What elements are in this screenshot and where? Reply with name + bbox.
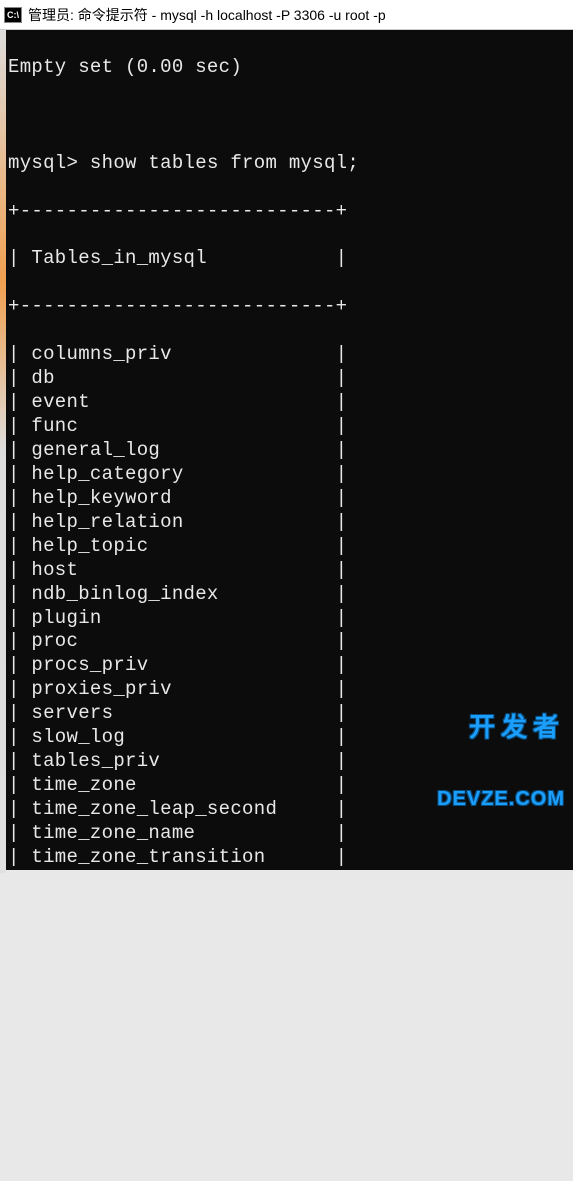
table-border-bottom: +---------------------------+ [6,942,573,966]
table-row: | time_zone_transition_type | [6,870,573,894]
prompt: mysql> [8,152,78,174]
table-row: | host | [6,559,573,583]
sql-command: show tables from mysql; [78,152,359,174]
window-title: 管理员: 命令提示符 - mysql -h localhost -P 3306 … [28,5,386,25]
table-row: | columns_priv | [6,343,573,367]
table-row: | servers | [6,702,573,726]
prompt-line[interactable]: mysql> [6,1085,573,1109]
terminal-body[interactable]: Empty set (0.00 sec) mysql> show tables … [6,30,573,870]
table-row: | general_log | [6,439,573,463]
table-row: | help_relation | [6,511,573,535]
table-row: | plugin | [6,607,573,631]
window-title-bar[interactable]: C:\ 管理员: 命令提示符 - mysql -h localhost -P 3… [0,0,573,30]
table-row: | time_zone_transition | [6,846,573,870]
table-row: | proc | [6,630,573,654]
table-row: | proxies_priv | [6,678,573,702]
table-row: | time_zone | [6,774,573,798]
table-header-row: | Tables_in_mysql | [6,247,573,271]
blank-line [6,104,573,128]
table-border-mid: +---------------------------+ [6,295,573,319]
table-row: | slow_log | [6,726,573,750]
table-row: | ndb_binlog_index | [6,583,573,607]
table-row: | db | [6,367,573,391]
row-count-line: 24 rows in set (0.00 sec) [6,990,573,1014]
cmd-icon: C:\ [4,7,22,23]
table-row: | func | [6,415,573,439]
blank-line [6,1037,573,1061]
table-row: | time_zone_leap_second | [6,798,573,822]
empty-set-line: Empty set (0.00 sec) [6,56,573,80]
table-header: Tables_in_mysql [31,247,207,269]
table-row: | event | [6,391,573,415]
table-row: | help_keyword | [6,487,573,511]
table-row: | user | [6,894,573,918]
table-border-top: +---------------------------+ [6,200,573,224]
table-row: | tables_priv | [6,750,573,774]
table-row: | time_zone_name | [6,822,573,846]
table-row: | help_topic | [6,535,573,559]
table-row: | procs_priv | [6,654,573,678]
table-row: | help_category | [6,463,573,487]
command-line: mysql> show tables from mysql; [6,152,573,176]
